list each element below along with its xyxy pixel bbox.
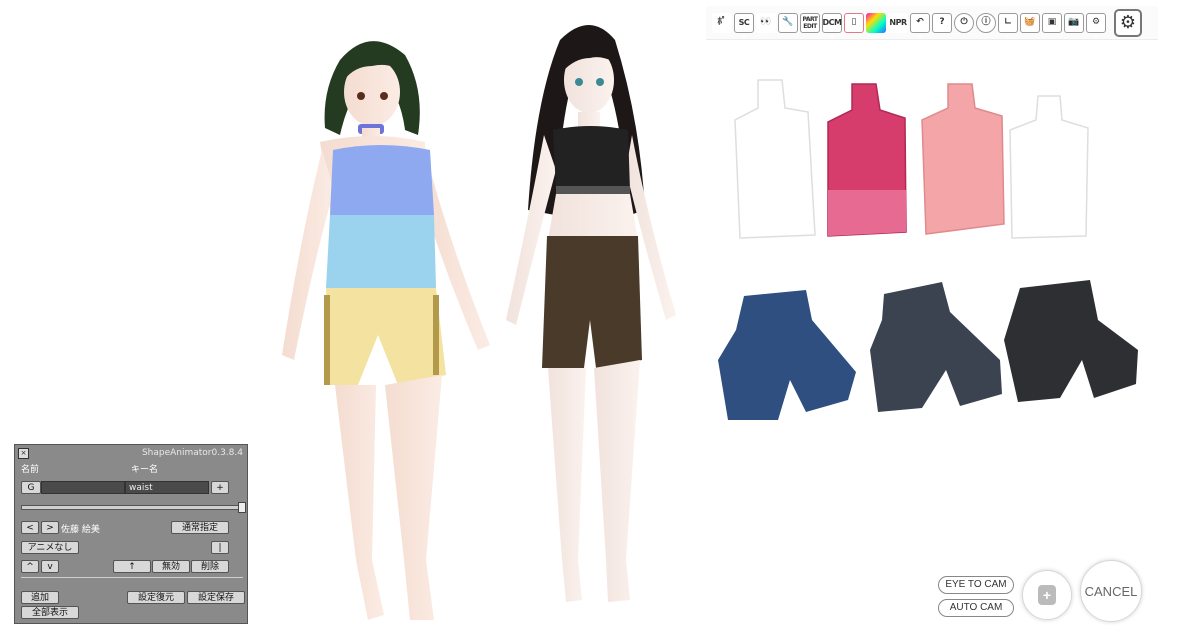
name-column-label: 名前 xyxy=(21,465,40,475)
power-icon[interactable]: ⏻ xyxy=(954,12,974,33)
arrow-up-button[interactable]: ↑ xyxy=(113,560,151,573)
info-icon[interactable]: ⓘ xyxy=(976,12,996,33)
add-camera-button[interactable]: + xyxy=(1022,570,1072,620)
blank-icon[interactable]: ▯ xyxy=(844,12,864,33)
clothing-item-shorts-black[interactable] xyxy=(1004,280,1138,402)
key-column-label: キー名 xyxy=(131,465,159,475)
undo-icon[interactable]: ↶ xyxy=(910,12,930,33)
color-palette-icon[interactable] xyxy=(866,12,886,33)
npr-button[interactable]: NPR xyxy=(888,12,908,33)
clothing-item-shorts-blue[interactable] xyxy=(718,290,856,420)
axis-icon[interactable]: ∟ xyxy=(998,12,1018,33)
video-camera-icon: + xyxy=(1037,585,1057,605)
add-key-button[interactable]: + xyxy=(211,481,229,494)
clothing-item-top-lace[interactable] xyxy=(1009,95,1089,239)
part-edit-button[interactable]: PART EDIT xyxy=(800,12,820,33)
group-button[interactable]: G xyxy=(21,481,41,494)
key-name-field[interactable]: waist xyxy=(125,481,209,494)
move-up-small-button[interactable]: ^ xyxy=(21,560,39,573)
show-all-button[interactable]: 全部表示 xyxy=(21,606,79,619)
disable-button[interactable]: 無効 xyxy=(152,560,190,573)
eye-to-cam-button[interactable]: EYE TO CAM xyxy=(938,576,1014,594)
clothing-item-top-red[interactable] xyxy=(827,83,907,237)
sc-button[interactable]: SC xyxy=(734,12,754,33)
move-down-small-button[interactable]: v xyxy=(41,560,59,573)
dcm-button[interactable]: DCM xyxy=(822,12,842,33)
restore-settings-button[interactable]: 設定復元 xyxy=(127,591,185,604)
value-slider[interactable] xyxy=(21,502,246,513)
clothing-item-shorts-gray[interactable] xyxy=(870,282,1002,412)
top-toolbar: ﾎﾟ SC 👀 🔧 PART EDIT DCM ▯ NPR ↶ ? ⏻ ⓘ ∟ … xyxy=(706,6,1158,40)
panel-title: ShapeAnimator0.3.8.4 xyxy=(141,448,243,458)
prev-button[interactable]: < xyxy=(21,521,39,534)
cancel-button[interactable]: CANCEL xyxy=(1080,560,1142,622)
plugins-icon[interactable]: ⚙ xyxy=(1086,12,1106,33)
add-button[interactable]: 追加 xyxy=(21,591,59,604)
clothing-item-top-white[interactable] xyxy=(734,79,816,239)
slider-handle[interactable] xyxy=(238,502,246,513)
close-icon[interactable]: × xyxy=(18,448,29,459)
capture-icon[interactable]: ▣ xyxy=(1042,12,1062,33)
character-left xyxy=(282,41,490,620)
bar-button[interactable]: | xyxy=(211,541,229,554)
help-icon[interactable]: ? xyxy=(932,12,952,33)
anime-none-button[interactable]: アニメなし xyxy=(21,541,79,554)
clothing-item-top-pink[interactable] xyxy=(921,83,1005,235)
next-button[interactable]: > xyxy=(41,521,59,534)
basket-icon[interactable]: 🧺 xyxy=(1020,12,1040,33)
auto-cam-button[interactable]: AUTO CAM xyxy=(938,599,1014,617)
character-name: 佐藤 絵美 xyxy=(61,525,100,535)
divider xyxy=(21,577,243,578)
name-field[interactable] xyxy=(41,481,125,494)
normal-spec-button[interactable]: 通常指定 xyxy=(171,521,229,534)
settings-gear-icon[interactable]: ⚙ xyxy=(1114,8,1142,37)
pose-icon[interactable]: ﾎﾟ xyxy=(712,12,732,33)
shape-animator-panel: × ShapeAnimator0.3.8.4 名前 キー名 G waist + … xyxy=(14,444,248,624)
camera-icon[interactable]: 📷 xyxy=(1064,12,1084,33)
wrench-icon[interactable]: 🔧 xyxy=(778,12,798,33)
delete-button[interactable]: 削除 xyxy=(191,560,229,573)
eye-icon[interactable]: 👀 xyxy=(756,12,776,33)
save-settings-button[interactable]: 設定保存 xyxy=(187,591,245,604)
character-right xyxy=(506,25,676,602)
